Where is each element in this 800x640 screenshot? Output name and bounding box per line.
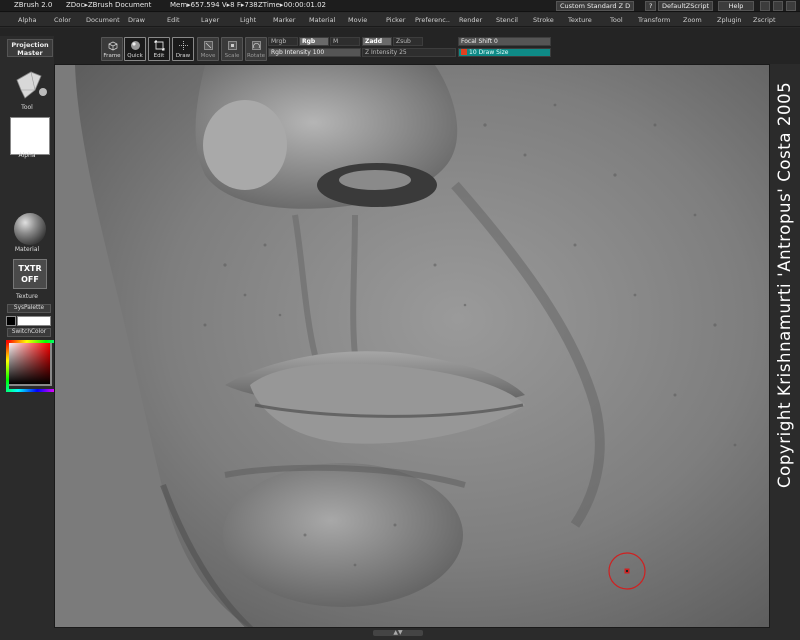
zsub-button[interactable]: Zsub [393, 37, 423, 46]
move-button[interactable]: Move [197, 37, 219, 61]
menu-transform[interactable]: Transform [638, 16, 670, 24]
texture-off-button[interactable]: TXTR OFF [13, 259, 47, 289]
menu-edit[interactable]: Edit [167, 16, 180, 24]
frame-button[interactable]: Frame [101, 37, 123, 61]
menu-tool[interactable]: Tool [610, 16, 623, 24]
edit-button[interactable]: Edit [148, 37, 170, 61]
main-color-swatch[interactable] [6, 316, 16, 326]
sphere-icon [131, 41, 140, 50]
menu-zoom[interactable]: Zoom [683, 16, 702, 24]
focal-shift-value: 0 [494, 38, 498, 45]
close-button[interactable] [786, 1, 796, 11]
focal-shift-slider[interactable]: Focal Shift 0 [458, 37, 551, 46]
menu-layer[interactable]: Layer [201, 16, 219, 24]
rgb-intensity-value: 100 [312, 49, 325, 56]
material-sphere-icon[interactable] [14, 213, 46, 245]
toolbar: Frame Quick Edit Draw Move Scale Rotate … [0, 28, 800, 64]
edit-icon [154, 40, 165, 51]
menu-zplugin[interactable]: Zplugin [717, 16, 742, 24]
menu-movie[interactable]: Movie [348, 16, 367, 24]
rotate-icon [252, 41, 261, 50]
move-icon [204, 41, 213, 50]
rgb-intensity-slider[interactable]: Rgb Intensity 100 [268, 48, 361, 57]
alpha-swatch[interactable] [10, 117, 50, 155]
menu-alpha[interactable]: Alpha [18, 16, 36, 24]
menu-bar: Alpha Color Document Draw Edit Layer Lig… [0, 13, 800, 27]
menu-marker[interactable]: Marker [273, 16, 295, 24]
projection-master-button[interactable]: Projection Master [7, 39, 53, 57]
minimize-button[interactable] [760, 1, 770, 11]
left-tray: Projection Master Tool Alpha Material TX… [0, 36, 54, 640]
ztime-readout: ZTime▸00:00:01.02 [258, 1, 327, 9]
mrgb-button[interactable]: Mrgb [268, 37, 298, 46]
menu-picker[interactable]: Picker [386, 16, 405, 24]
menu-texture[interactable]: Texture [568, 16, 592, 24]
menu-draw[interactable]: Draw [128, 16, 145, 24]
frame-icon [108, 41, 118, 51]
menu-light[interactable]: Light [240, 16, 256, 24]
draw-button[interactable]: Draw [172, 37, 194, 61]
rgb-button[interactable]: Rgb [299, 37, 329, 46]
draw-size-slider[interactable]: 10 Draw Size [458, 48, 551, 57]
m-button[interactable]: M [330, 37, 360, 46]
color-picker[interactable] [6, 340, 52, 386]
brush-cursor-icon [608, 552, 646, 590]
menu-color[interactable]: Color [54, 16, 71, 24]
draw-size-value: 10 [469, 49, 477, 56]
tool-icon[interactable] [13, 68, 49, 102]
secondary-color-swatch[interactable] [17, 316, 51, 326]
bottom-tray-handle-icon[interactable]: ▲▼ [373, 630, 423, 636]
menu-zscript[interactable]: Zscript [753, 16, 776, 24]
help-question-button[interactable]: ? [645, 1, 657, 11]
document-title: ZDoc▸ZBrush Document [66, 1, 152, 9]
menu-preferences[interactable]: Preferenc.. [415, 16, 450, 24]
rotate-button[interactable]: Rotate [245, 37, 267, 61]
title-bar: ZBrush 2.0 ZDoc▸ZBrush Document Mem▸657.… [0, 0, 800, 12]
copyright-watermark: Copyright Krishnamurti 'Antropus' Costa … [772, 82, 800, 488]
menu-material[interactable]: Material [309, 16, 335, 24]
menu-document[interactable]: Document [86, 16, 120, 24]
z-intensity-value: 25 [399, 49, 407, 56]
menu-stroke[interactable]: Stroke [533, 16, 554, 24]
tool-label[interactable]: Tool [0, 104, 54, 111]
zadd-button[interactable]: Zadd [362, 37, 392, 46]
scale-icon [228, 41, 237, 50]
material-label[interactable]: Material [0, 246, 54, 253]
maximize-button[interactable] [773, 1, 783, 11]
scale-button[interactable]: Scale [221, 37, 243, 61]
quick-button[interactable]: Quick [124, 37, 146, 61]
z-intensity-slider[interactable]: Z Intensity 25 [362, 48, 456, 57]
sculpt-face-render [55, 65, 769, 627]
menu-render[interactable]: Render [459, 16, 482, 24]
texture-label[interactable]: Texture [0, 293, 54, 300]
alpha-label[interactable]: Alpha [0, 152, 54, 159]
switch-color-button[interactable]: SwitchColor [7, 328, 51, 337]
custom-button[interactable]: Custom Standard Z D [556, 1, 635, 11]
draw-icon [179, 41, 188, 50]
help-button[interactable]: Help [718, 1, 754, 11]
memory-readout: Mem▸657.594 V▸8 F▸738 [170, 1, 258, 9]
document-canvas[interactable] [54, 64, 770, 628]
app-title: ZBrush 2.0 [14, 1, 53, 9]
syspalette-button[interactable]: SysPalette [7, 304, 51, 313]
draw-size-indicator-icon [461, 49, 467, 55]
menu-stencil[interactable]: Stencil [496, 16, 518, 24]
default-zscript-button[interactable]: DefaultZScript [658, 1, 714, 11]
